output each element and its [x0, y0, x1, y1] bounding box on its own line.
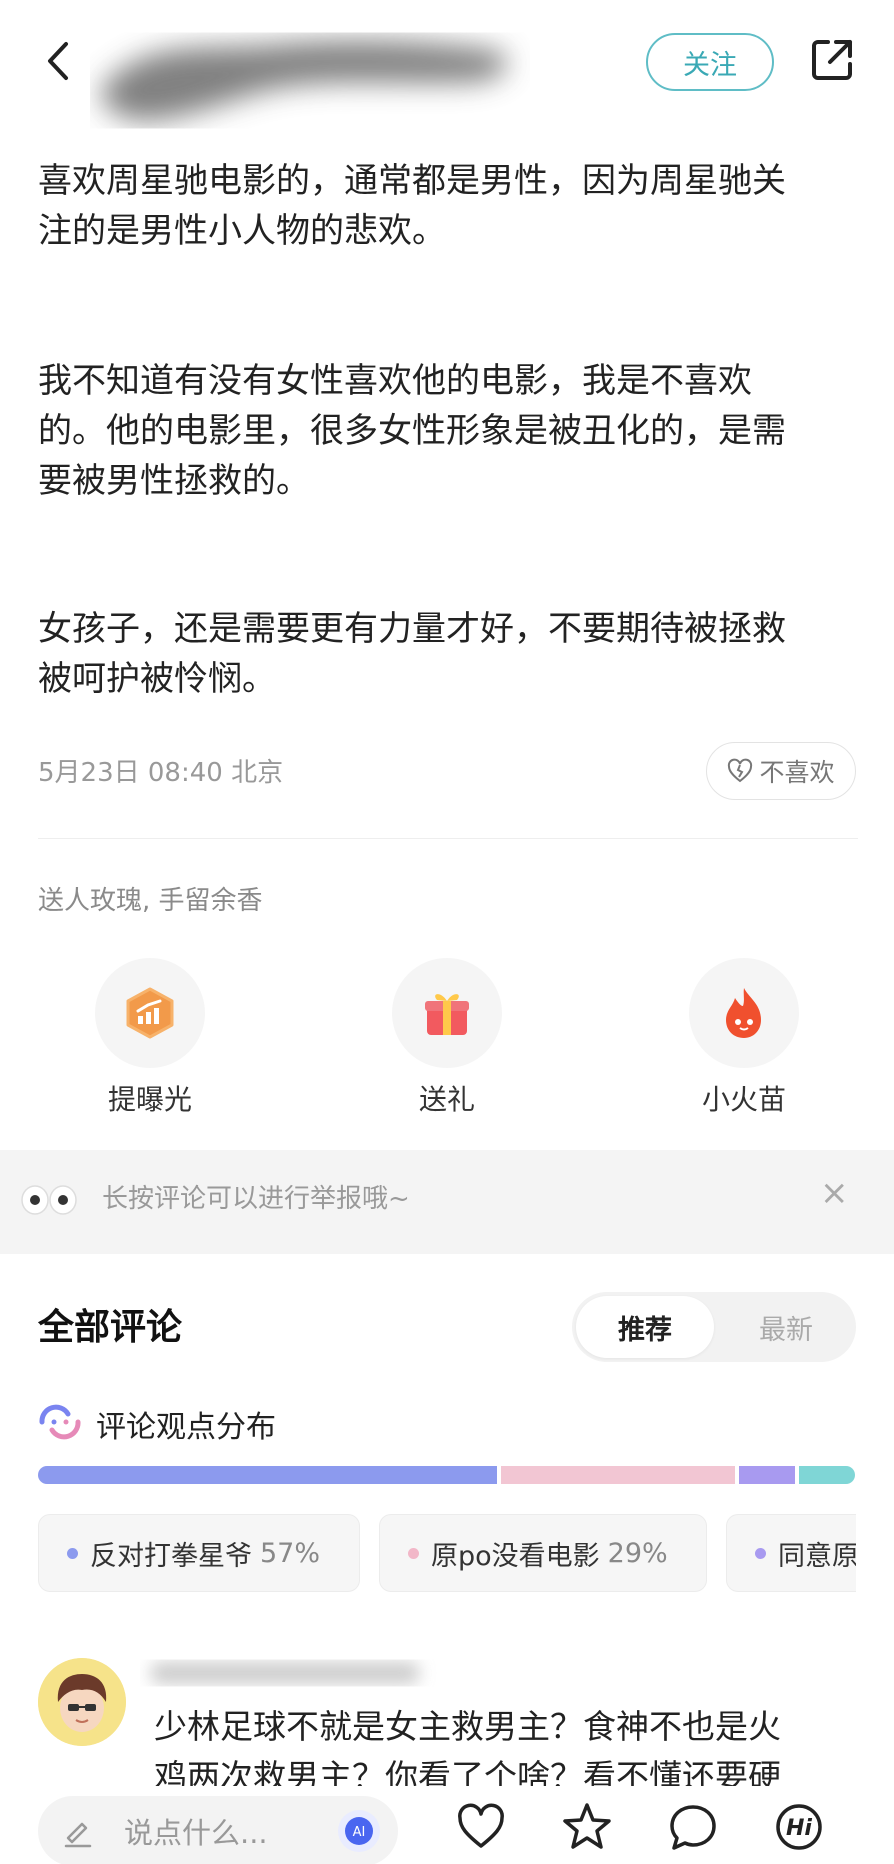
- share-icon[interactable]: [808, 36, 856, 84]
- heart-icon[interactable]: [454, 1800, 508, 1854]
- back-arrow-icon[interactable]: [40, 36, 80, 86]
- opinion-percent: 57%: [260, 1537, 321, 1569]
- hi-icon[interactable]: Hi: [772, 1800, 826, 1854]
- svg-text:AI: AI: [353, 1825, 366, 1840]
- post-paragraph: 女孩子，还是需要更有力量才好，不要期待被拯救 被呵护被怜悯。: [38, 609, 786, 699]
- opinion-chip[interactable]: 反对打拳星爷 57%: [38, 1514, 360, 1592]
- opinion-percent: 29%: [607, 1537, 668, 1569]
- star-icon[interactable]: [560, 1800, 614, 1854]
- divider: [38, 838, 858, 839]
- opinion-distribution-title: 评论观点分布: [96, 1410, 276, 1445]
- comment-input-placeholder: 说点什么...: [124, 1816, 268, 1850]
- boost-exposure-icon: [95, 958, 205, 1068]
- opinion-bar-segment: [739, 1466, 795, 1484]
- dislike-label: 不喜欢: [759, 758, 835, 787]
- boost-exposure-label: 提曝光: [107, 1083, 192, 1116]
- post-paragraph: 喜欢周星驰电影的，通常都是男性，因为周星驰关 注的是男性小人物的悲欢。: [38, 161, 786, 251]
- follow-button[interactable]: 关注: [646, 33, 774, 91]
- opinion-label: 反对打拳星爷: [90, 1540, 252, 1572]
- opinion-bar-segment: [38, 1466, 497, 1484]
- flame-button[interactable]: [689, 958, 799, 1068]
- opinion-dot: [408, 1547, 419, 1559]
- dislike-button[interactable]: 不喜欢: [706, 742, 856, 800]
- svg-text:Hi: Hi: [786, 1816, 812, 1841]
- flame-icon: [689, 958, 799, 1068]
- broken-heart-icon: [728, 758, 753, 783]
- post-timestamp: 5月23日 08:40 北京: [38, 758, 284, 788]
- opinion-label: 原po没看电影: [431, 1540, 600, 1572]
- commenter-name-blurred: [150, 1662, 420, 1684]
- eyes-icon: [21, 1185, 77, 1215]
- flame-label: 小火苗: [701, 1083, 786, 1116]
- tab-recommended[interactable]: 推荐: [576, 1296, 714, 1358]
- gift-icon: [392, 958, 502, 1068]
- report-notice-text: 长按评论可以进行举报哦~: [102, 1184, 410, 1214]
- avatar[interactable]: [38, 1658, 126, 1746]
- opinion-chip[interactable]: 同意原: [726, 1514, 856, 1592]
- boost-exposure-button[interactable]: [95, 958, 205, 1068]
- opinion-chip[interactable]: 原po没看电影 29%: [379, 1514, 707, 1592]
- opinion-label: 同意原: [778, 1540, 856, 1572]
- username-blurred: [101, 40, 508, 121]
- gift-label: 送礼: [418, 1083, 475, 1116]
- opinion-bar-segment: [501, 1466, 735, 1484]
- gift-caption: 送人玫瑰, 手留余香: [38, 886, 263, 916]
- post-paragraph: 我不知道有没有女性喜欢他的电影，我是不喜欢 的。他的电影里，很多女性形象是被丑化…: [38, 361, 786, 501]
- pencil-icon: [64, 1822, 92, 1848]
- opinion-bar-segment: [799, 1466, 855, 1484]
- opinion-dot: [755, 1547, 766, 1559]
- opinion-dot: [67, 1547, 78, 1559]
- comment-icon[interactable]: [666, 1800, 720, 1854]
- opinion-distribution-icon: [39, 1404, 81, 1440]
- ai-assistant-icon[interactable]: AI: [336, 1808, 382, 1854]
- close-icon[interactable]: ×: [820, 1173, 849, 1213]
- tab-latest[interactable]: 最新: [722, 1296, 850, 1358]
- gift-button[interactable]: [392, 958, 502, 1068]
- comments-title: 全部评论: [38, 1307, 183, 1348]
